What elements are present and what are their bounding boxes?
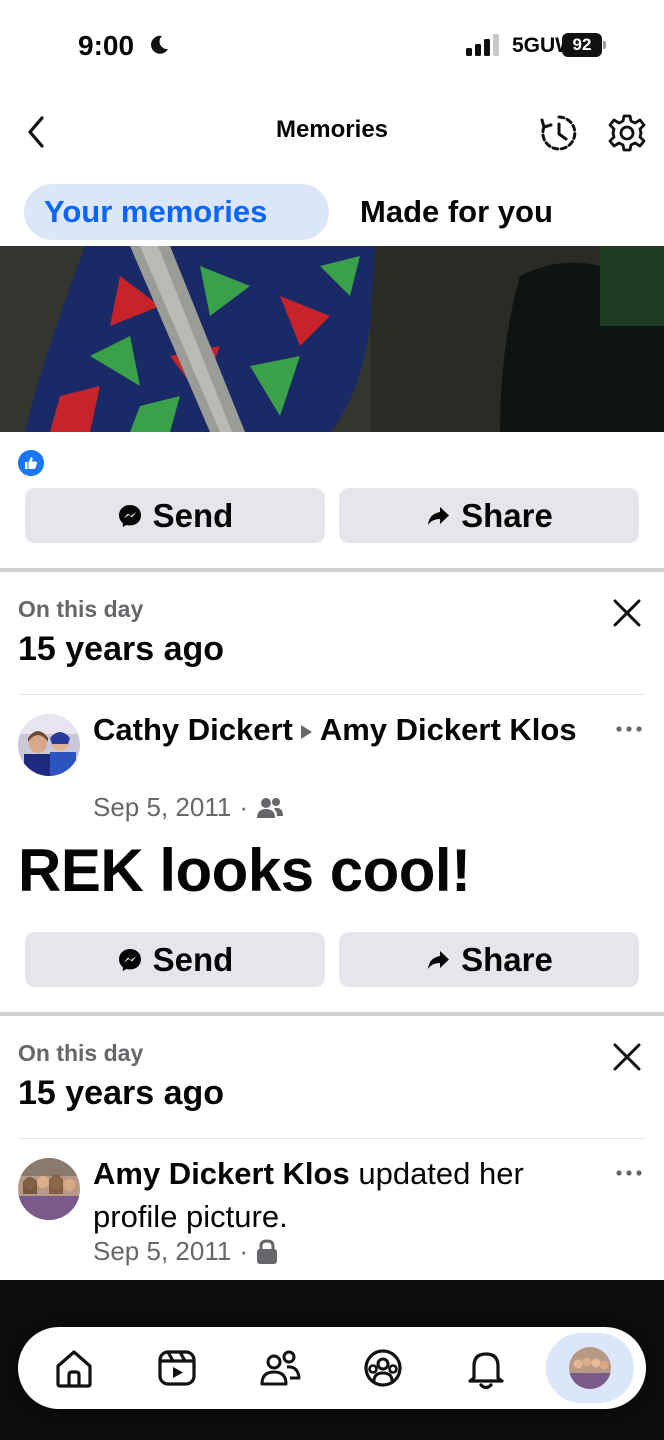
- friends-icon: [256, 797, 283, 818]
- battery-indicator: 92: [562, 33, 606, 57]
- history-icon[interactable]: [538, 112, 580, 154]
- video-icon: [158, 1350, 196, 1386]
- messenger-icon: [118, 948, 141, 971]
- close-icon[interactable]: [610, 1040, 644, 1074]
- post-date[interactable]: Sep 5, 2011: [93, 792, 231, 823]
- avatar[interactable]: [18, 1158, 80, 1220]
- section-divider: [0, 568, 664, 572]
- avatar-image: [18, 714, 80, 776]
- status-time: 9:00: [78, 30, 135, 61]
- battery-nub: [603, 41, 606, 49]
- battery-level: 92: [562, 33, 602, 57]
- tab-your-memories[interactable]: Your memories: [24, 184, 329, 240]
- nav-video[interactable]: [153, 1344, 201, 1392]
- moon-icon: [151, 35, 168, 54]
- meta-separator: ·: [239, 1236, 248, 1266]
- share-button[interactable]: Share: [339, 932, 639, 987]
- nav-groups[interactable]: [359, 1344, 407, 1392]
- profile-avatar: [569, 1347, 611, 1389]
- tab-made-for-you[interactable]: Made for you: [360, 184, 553, 240]
- post-date[interactable]: Sep 5, 2011: [93, 1236, 231, 1267]
- post-meta: Sep 5, 2011 ·: [93, 792, 284, 823]
- share-button[interactable]: Share: [339, 488, 639, 543]
- share-label: Share: [461, 496, 553, 534]
- years-ago-heading: 15 years ago: [18, 1074, 225, 1112]
- nav-home[interactable]: [50, 1344, 98, 1392]
- close-icon[interactable]: [610, 596, 644, 630]
- thin-divider: [18, 1138, 646, 1139]
- recipient-name[interactable]: Amy Dickert Klos: [320, 712, 577, 747]
- home-icon: [56, 1350, 92, 1388]
- author-name[interactable]: Cathy Dickert: [93, 712, 293, 747]
- lock-icon: [256, 1238, 277, 1264]
- thin-divider: [18, 694, 646, 695]
- send-label: Send: [152, 940, 234, 978]
- author-name[interactable]: Amy Dickert Klos: [93, 1156, 350, 1191]
- send-button[interactable]: Send: [25, 932, 325, 987]
- post-text: REK looks cool!: [18, 837, 471, 904]
- messenger-icon: [118, 504, 141, 527]
- post-author-line: Amy Dickert Klos updated her profile pic…: [93, 1152, 603, 1238]
- avatar[interactable]: [18, 714, 80, 776]
- send-button[interactable]: Send: [25, 488, 325, 543]
- groups-icon: [364, 1349, 402, 1387]
- like-reaction-icon[interactable]: [18, 450, 44, 476]
- status-bar: 9:00 5GUW 92: [0, 0, 664, 90]
- years-ago-heading: 15 years ago: [18, 630, 225, 668]
- bell-icon: [468, 1352, 504, 1390]
- bottom-nav: [18, 1327, 646, 1409]
- share-label: Share: [461, 940, 553, 978]
- send-label: Send: [152, 496, 234, 534]
- nav-notifications[interactable]: [462, 1344, 510, 1392]
- section-divider: [0, 1012, 664, 1016]
- to-arrow-icon: [300, 724, 312, 739]
- post-author-line: Cathy Dickert Amy Dickert Klos: [93, 708, 603, 751]
- share-arrow-icon: [428, 950, 450, 969]
- avatar-image: [18, 1158, 80, 1220]
- meta-separator: ·: [239, 792, 248, 822]
- post-photo[interactable]: [0, 246, 664, 432]
- more-options-icon[interactable]: [614, 724, 644, 734]
- post-meta: Sep 5, 2011 ·: [93, 1236, 278, 1267]
- more-options-icon[interactable]: [614, 1168, 644, 1178]
- gear-icon[interactable]: [606, 112, 648, 154]
- nav-profile[interactable]: [546, 1333, 634, 1403]
- friends-icon: [260, 1350, 301, 1386]
- on-this-day-label: On this day: [18, 1040, 144, 1066]
- signal-icon: [466, 34, 499, 56]
- post-photo-image: [0, 246, 664, 432]
- on-this-day-label: On this day: [18, 596, 144, 622]
- share-arrow-icon: [428, 506, 450, 525]
- nav-friends[interactable]: [256, 1344, 304, 1392]
- header: Memories: [0, 100, 664, 164]
